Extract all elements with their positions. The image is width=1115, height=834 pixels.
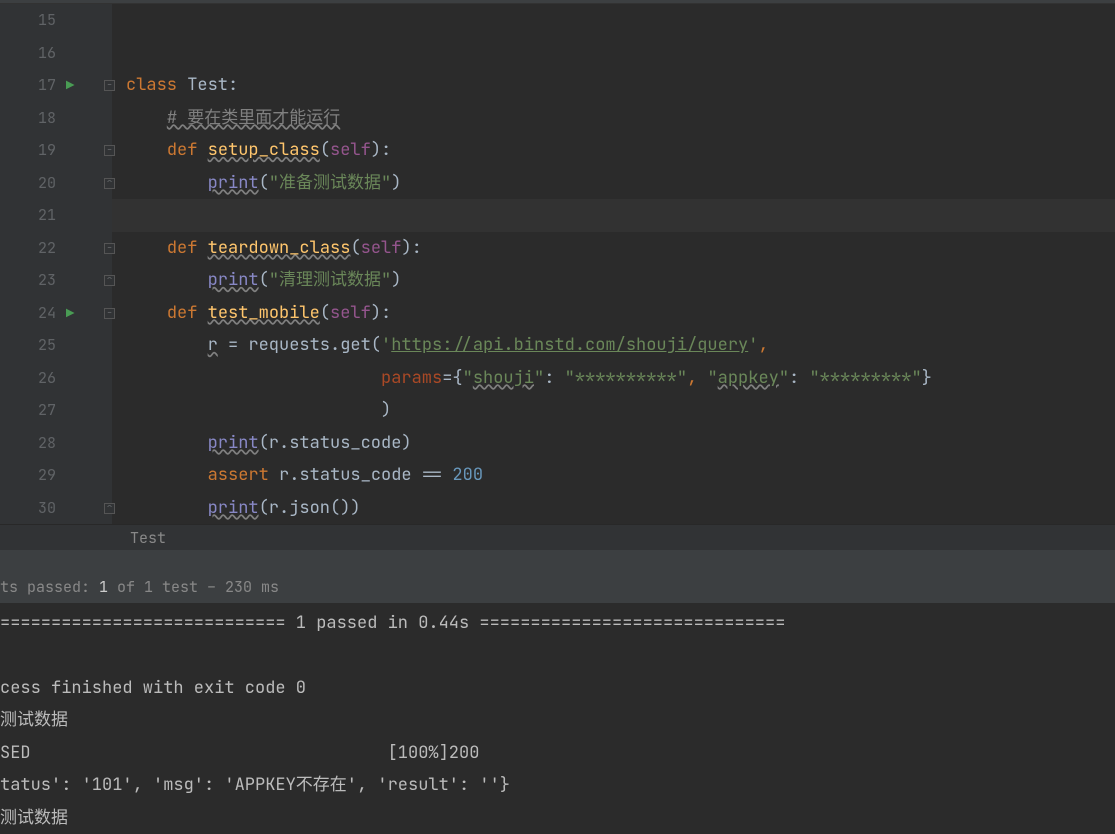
run-console[interactable]: ============================ 1 passed in…: [0, 603, 1115, 834]
code-line[interactable]: [126, 37, 1115, 70]
tool-window-header[interactable]: [0, 550, 1115, 574]
line-number[interactable]: 17: [0, 69, 56, 102]
line-number[interactable]: 18: [0, 102, 56, 135]
code-line[interactable]: class Test:: [126, 69, 1115, 102]
breadcrumb-item[interactable]: Test: [130, 528, 166, 548]
line-number[interactable]: 21: [0, 199, 56, 232]
code-line[interactable]: r = requests.get('https://api.binstd.com…: [126, 329, 1115, 362]
line-number[interactable]: 19: [0, 134, 56, 167]
code-line[interactable]: # 要在类里面才能运行: [126, 102, 1115, 135]
code-area[interactable]: class Test: # 要在类里面才能运行 def setup_class(…: [112, 4, 1115, 524]
line-number[interactable]: 27: [0, 394, 56, 427]
line-number[interactable]: 20: [0, 167, 56, 200]
line-number[interactable]: 15: [0, 4, 56, 37]
breadcrumb-bar[interactable]: Test: [0, 524, 1115, 550]
code-line[interactable]: params={"shouji": "**********", "appkey"…: [126, 362, 1115, 395]
code-line[interactable]: ): [126, 394, 1115, 427]
line-number[interactable]: 26: [0, 362, 56, 395]
run-gutter-icon[interactable]: ▶: [66, 305, 74, 323]
code-line[interactable]: def teardown_class(self):: [126, 232, 1115, 265]
code-line[interactable]: print(r.json()): [126, 492, 1115, 525]
code-line[interactable]: assert r.status_code == 200: [126, 459, 1115, 492]
run-gutter-icon[interactable]: ▶: [66, 77, 74, 95]
code-editor[interactable]: 15161718192021222324252627282930▶▶−−⌃−⌃−…: [0, 4, 1115, 524]
line-number[interactable]: 24: [0, 297, 56, 330]
code-line[interactable]: [126, 4, 1115, 37]
code-line[interactable]: def test_mobile(self):: [126, 297, 1115, 330]
test-status-line: ts passed: 1 of 1 test – 230 ms: [0, 575, 1115, 603]
gutter[interactable]: 15161718192021222324252627282930▶▶−−⌃−⌃−…: [0, 4, 112, 524]
code-line[interactable]: def setup_class(self):: [126, 134, 1115, 167]
ide-root: 15161718192021222324252627282930▶▶−−⌃−⌃−…: [0, 0, 1115, 834]
line-number[interactable]: 28: [0, 427, 56, 460]
line-number[interactable]: 30: [0, 492, 56, 525]
line-number[interactable]: 25: [0, 329, 56, 362]
code-line[interactable]: print("清理测试数据"): [126, 264, 1115, 297]
line-number[interactable]: 16: [0, 37, 56, 70]
code-line[interactable]: print(r.status_code): [126, 427, 1115, 460]
code-line[interactable]: print("准备测试数据"): [126, 167, 1115, 200]
line-number[interactable]: 22: [0, 232, 56, 265]
line-number[interactable]: 29: [0, 459, 56, 492]
line-number[interactable]: 23: [0, 264, 56, 297]
